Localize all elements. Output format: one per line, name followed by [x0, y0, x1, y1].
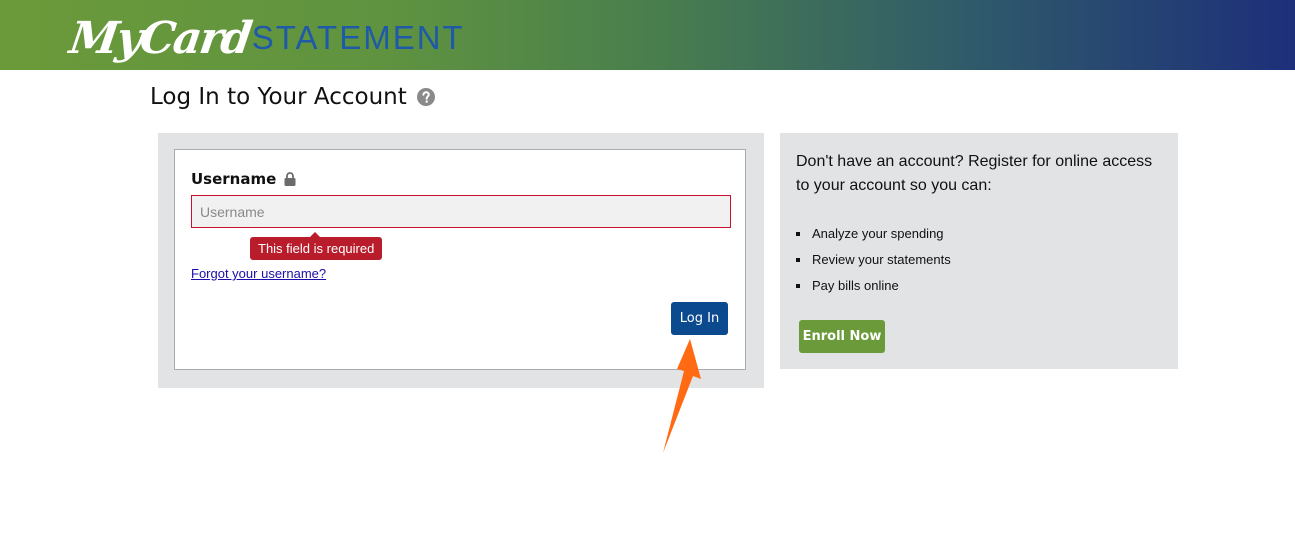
username-label-text: Username	[191, 170, 277, 188]
register-panel: Don't have an account? Register for onli…	[780, 133, 1178, 369]
benefit-item: Pay bills online	[811, 273, 951, 299]
enroll-now-button[interactable]: Enroll Now	[799, 320, 885, 353]
username-label: Username	[191, 170, 296, 188]
page-title-text: Log In to Your Account	[150, 84, 407, 110]
log-in-button[interactable]: Log In	[671, 302, 728, 335]
mycard-statement-logo[interactable]: MyCard STATEMENT	[66, 4, 465, 64]
question-circle-icon[interactable]	[416, 88, 435, 106]
orange-pointer-arrow-icon	[663, 339, 701, 453]
benefit-item: Review your statements	[811, 247, 951, 273]
username-input[interactable]	[191, 195, 731, 228]
benefit-item: Analyze your spending	[811, 221, 951, 247]
username-error-tooltip: This field is required	[250, 232, 383, 260]
logo-script-text: MyCard	[66, 13, 254, 64]
site-header: MyCard STATEMENT	[0, 0, 1295, 70]
register-intro-text: Don't have an account? Register for onli…	[796, 153, 1153, 194]
lock-icon	[284, 172, 296, 186]
logo-word-text: STATEMENT	[251, 19, 465, 56]
forgot-username-link[interactable]: Forgot your username?	[191, 266, 326, 281]
benefits-list: Analyze your spending Review your statem…	[796, 221, 951, 299]
page-title: Log In to Your Account	[150, 84, 435, 110]
